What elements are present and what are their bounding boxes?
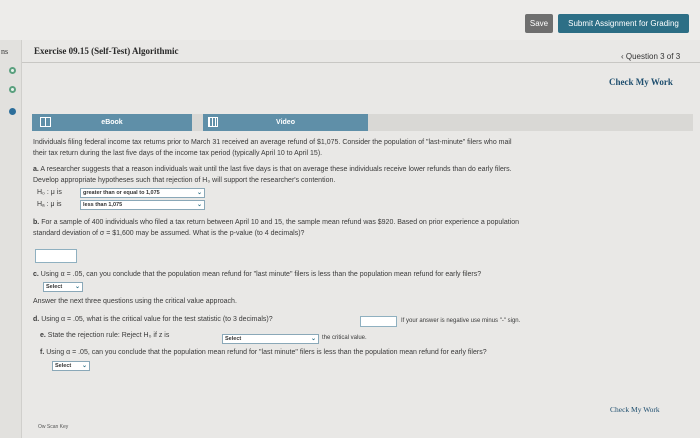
part-b-line-1: For a sample of 400 individuals who file… [41, 219, 520, 226]
question-2-status-icon[interactable] [9, 86, 16, 93]
part-b-line-2: standard deviation of σ = $1,600 may be … [33, 230, 305, 237]
question-1-status-icon[interactable] [9, 67, 16, 74]
part-f-select-value: Select [55, 363, 72, 369]
header-divider [22, 62, 700, 63]
part-d-label: d. [33, 316, 40, 323]
question-sidebar [0, 40, 22, 438]
negative-sign-note: If your answer is negative use minus "-"… [401, 318, 521, 324]
ha-select-value: less than 1,075 [83, 202, 123, 208]
part-c-label: c. [33, 271, 39, 278]
question-3-status-icon[interactable] [9, 108, 16, 115]
rejection-rule-select-value: Select [225, 336, 242, 342]
intro-line-2: their tax return during the last five da… [33, 150, 323, 157]
part-c-select[interactable]: Select ⌄ [43, 282, 83, 292]
tab-video[interactable]: Video [203, 114, 368, 131]
check-my-work-bottom-button[interactable]: Check My Work [610, 405, 660, 414]
ha-label: Hₐ : μ is [37, 201, 62, 208]
part-f-label: f. [40, 349, 45, 356]
part-a-line-2: Develop appropriate hypotheses such that… [33, 177, 336, 184]
chevron-down-icon: ⌄ [74, 284, 80, 290]
question-navigation[interactable]: ‹ Question 3 of 3 [621, 52, 680, 61]
part-b-label: b. [33, 219, 40, 226]
top-toolbar: Save Submit Assignment for Grading [0, 0, 700, 40]
h0-select-value: greater than or equal to 1,075 [83, 190, 160, 196]
submit-assignment-button[interactable]: Submit Assignment for Grading [558, 14, 689, 33]
h0-select[interactable]: greater than or equal to 1,075 ⌄ [80, 188, 205, 198]
footer-note: Ow Scan Key [38, 424, 69, 430]
chevron-down-icon: ⌄ [310, 336, 316, 342]
p-value-input[interactable] [35, 249, 77, 263]
chevron-down-icon: ⌄ [81, 363, 87, 369]
chevron-down-icon: ⌄ [196, 190, 202, 196]
part-a-label: a. [33, 166, 39, 173]
part-e-label: e. [40, 332, 46, 339]
critical-value-input[interactable] [360, 316, 397, 327]
chevron-down-icon: ⌄ [196, 202, 202, 208]
check-my-work-button[interactable]: Check My Work [609, 77, 673, 87]
ha-select[interactable]: less than 1,075 ⌄ [80, 200, 205, 210]
book-icon [40, 117, 51, 127]
video-icon [208, 117, 218, 127]
part-a-line-1: A researcher suggests that a reason indi… [40, 166, 512, 173]
critical-value-instructions: Answer the next three questions using th… [33, 298, 237, 305]
intro-line-1: Individuals filing federal income tax re… [33, 139, 512, 146]
tab-video-label: Video [276, 119, 295, 126]
h0-label: H₀ : μ is [37, 189, 62, 196]
part-e-text: State the rejection rule: Reject H₀ if z… [47, 332, 170, 339]
part-f-select[interactable]: Select ⌄ [52, 361, 90, 371]
tab-ebook-label: eBook [101, 119, 123, 126]
part-c-text: Using α = .05, can you conclude that the… [40, 271, 482, 278]
tab-ebook[interactable]: eBook [32, 114, 192, 131]
part-e-suffix: the critical value. [322, 335, 367, 341]
save-button[interactable]: Save [525, 14, 553, 33]
exercise-title: Exercise 09.15 (Self-Test) Algorithmic [34, 46, 179, 56]
rejection-rule-select[interactable]: Select ⌄ [222, 334, 319, 344]
part-d-text: Using α = .05, what is the critical valu… [41, 316, 273, 323]
part-f-text: Using α = .05, can you conclude that the… [46, 349, 487, 356]
sidebar-fragment: ns [1, 47, 9, 56]
part-c-select-value: Select [46, 284, 63, 290]
